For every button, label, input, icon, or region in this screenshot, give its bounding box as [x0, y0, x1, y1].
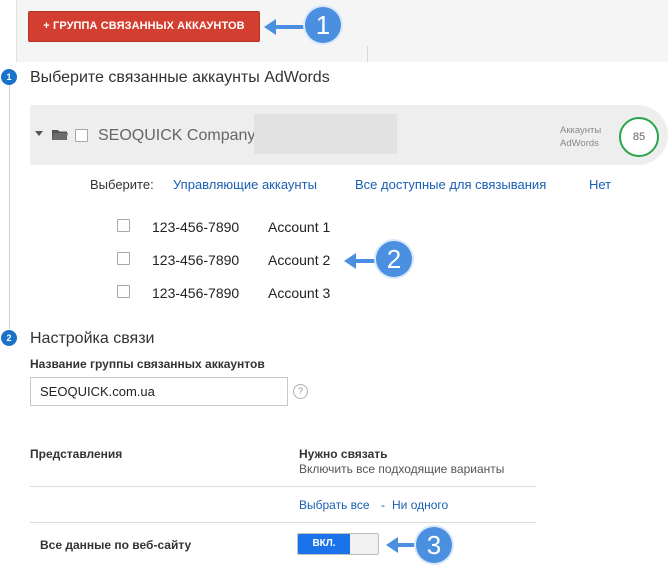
annotation-arrow-line-1 [274, 25, 308, 29]
toolbar-sub [16, 46, 668, 62]
adwords-label-line1: Аккаунты [560, 125, 602, 136]
account-checkbox-2[interactable] [117, 252, 130, 265]
account-name-1: Account 1 [268, 219, 331, 235]
company-name: SEOQUICK Company [98, 127, 256, 144]
account-id-3: 123-456-7890 [152, 285, 240, 301]
adwords-count-badge: 85 [619, 117, 659, 157]
link-column-header: Нужно связать [299, 447, 388, 461]
help-icon[interactable]: ? [293, 384, 308, 399]
account-name-2: Account 2 [268, 252, 331, 268]
add-linked-accounts-button[interactable]: + ГРУППА СВЯЗАННЫХ АККАУНТОВ [28, 11, 260, 42]
step-number-2: 2 [1, 330, 17, 346]
annotation-marker-1: 1 [305, 7, 341, 43]
steps-rail [9, 84, 10, 329]
group-name-input[interactable]: SEOQUICK.com.ua [30, 377, 288, 406]
toggle-on-label: ВКЛ. [298, 534, 350, 554]
link-column-subheader: Включить все подходящие варианты [299, 462, 505, 476]
divider [30, 522, 536, 523]
redacted-block [254, 114, 397, 154]
toolbar-divider [367, 46, 368, 62]
annotation-marker-3: 3 [416, 527, 452, 563]
all-website-data-label: Все данные по веб-сайту [40, 538, 192, 552]
select-label: Выберите: [90, 177, 154, 192]
step-title-1: Выберите связанные аккаунты AdWords [30, 69, 330, 86]
step-number-1: 1 [1, 69, 17, 85]
filter-none-link[interactable]: Нет [589, 177, 611, 192]
step-title-2: Настройка связи [30, 330, 155, 347]
expand-caret-icon[interactable] [35, 131, 43, 136]
company-checkbox[interactable] [75, 129, 88, 142]
link-separator: - [381, 498, 385, 512]
annotation-marker-2: 2 [376, 241, 412, 277]
account-id-2: 123-456-7890 [152, 252, 240, 268]
filter-manager-accounts-link[interactable]: Управляющие аккаунты [173, 177, 317, 192]
account-checkbox-1[interactable] [117, 219, 130, 232]
adwords-label-line2: AdWords [560, 138, 599, 149]
select-all-link[interactable]: Выбрать все [299, 498, 370, 512]
folder-icon [52, 130, 68, 140]
filter-all-linkable-link[interactable]: Все доступные для связывания [355, 177, 546, 192]
views-column-header: Представления [30, 447, 123, 461]
link-toggle[interactable]: ВКЛ. [297, 533, 379, 555]
account-id-1: 123-456-7890 [152, 219, 240, 235]
account-checkbox-3[interactable] [117, 285, 130, 298]
adwords-accounts-label: Аккаунты AdWords [560, 124, 601, 150]
group-name-label: Название группы связанных аккаунтов [30, 357, 265, 371]
account-name-3: Account 3 [268, 285, 331, 301]
divider [30, 486, 536, 487]
select-none-link[interactable]: Ни одного [392, 498, 448, 512]
